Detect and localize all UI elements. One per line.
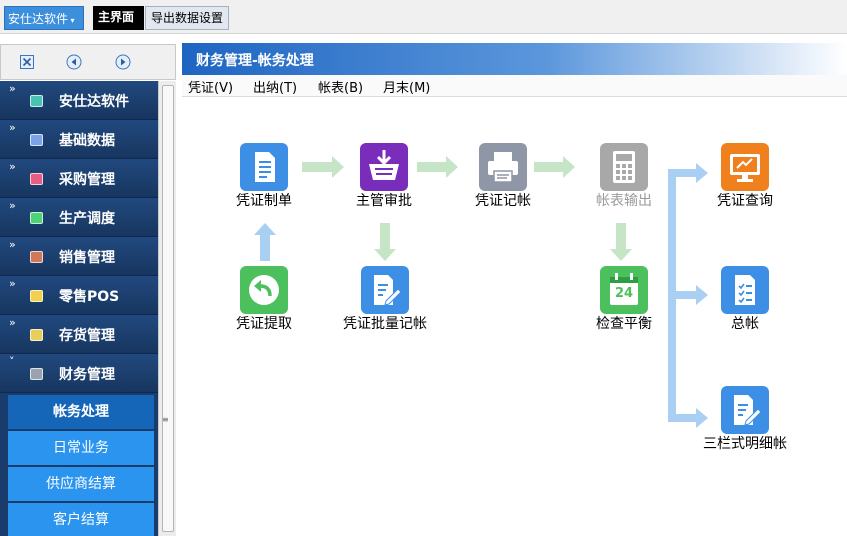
menu-voucher[interactable]: 凭证(V) xyxy=(188,77,233,96)
node-label: 主管审批 xyxy=(356,193,412,209)
calendar-icon: 24 xyxy=(600,266,648,314)
next-icon[interactable] xyxy=(115,54,131,70)
base-data-icon xyxy=(30,134,43,146)
menu-reports[interactable]: 帐表(B) xyxy=(318,77,363,96)
basket-icon xyxy=(360,143,408,191)
expand-chevron-icon: » xyxy=(9,82,16,95)
sidebar-item-label: 采购管理 xyxy=(59,172,115,188)
node-label: 帐表输出 xyxy=(596,193,652,209)
sidebar-item-label: 销售管理 xyxy=(59,250,115,266)
node-batch-post[interactable]: 凭证批量记帐 xyxy=(339,266,431,332)
app-icon xyxy=(30,95,43,107)
flow-workspace: 凭证制单 主管审批 凭证记帐 帐表输出 凭证查询 凭证提取 凭证批量记帐 24 … xyxy=(182,97,847,536)
purchase-icon xyxy=(30,173,43,185)
node-three-column-ledger[interactable]: 三栏式明细帐 xyxy=(699,386,791,452)
dropdown-arrow-icon: ▾ xyxy=(68,16,75,25)
undo-icon xyxy=(240,266,288,314)
menu-month-end[interactable]: 月末(M) xyxy=(383,77,430,96)
sales-icon xyxy=(30,251,43,263)
node-label: 三栏式明细帐 xyxy=(703,436,787,452)
monitor-icon xyxy=(721,143,769,191)
sidebar-item-base-data[interactable]: » 基础数据 xyxy=(0,120,158,159)
sidebar-item-label: 零售POS xyxy=(59,289,120,305)
sidebar-item-production[interactable]: » 生产调度 xyxy=(0,198,158,237)
sidebar-item-purchase[interactable]: » 采购管理 xyxy=(0,159,158,198)
sidebar-subitem-supplier-settlement[interactable]: 供应商结算 xyxy=(8,467,154,501)
printer-icon xyxy=(479,143,527,191)
menu-cashier[interactable]: 出纳(T) xyxy=(253,77,297,96)
top-bar: 安仕达软件 ▾ 主界面 导出数据设置 xyxy=(0,0,847,34)
pos-icon xyxy=(30,290,43,302)
tab-export-settings[interactable]: 导出数据设置 xyxy=(145,6,229,30)
collapse-chevron-icon: ˅ xyxy=(9,355,15,368)
sidebar-item-label: 生产调度 xyxy=(59,211,115,227)
sidebar-item-pos[interactable]: » 零售POS xyxy=(0,276,158,315)
node-voucher-query[interactable]: 凭证查询 xyxy=(699,143,791,209)
node-label: 总帐 xyxy=(731,316,759,332)
production-icon xyxy=(30,212,43,224)
node-general-ledger[interactable]: 总帐 xyxy=(699,266,791,332)
panel-title: 财务管理-帐务处理 xyxy=(196,53,314,69)
app-menu-label: 安仕达软件 xyxy=(8,12,69,26)
node-balance-check[interactable]: 24 检查平衡 xyxy=(578,266,670,332)
expand-chevron-icon: » xyxy=(9,277,16,290)
node-label: 凭证批量记帐 xyxy=(343,316,427,332)
sidebar-item-label: 存货管理 xyxy=(59,328,115,344)
expand-chevron-icon: » xyxy=(9,238,16,251)
node-label: 凭证制单 xyxy=(236,193,292,209)
node-supervisor-approve[interactable]: 主管审批 xyxy=(338,143,430,209)
sidebar: » 安仕达软件 » 基础数据 » 采购管理 » 生产调度 » 销售管理 » 零售… xyxy=(0,81,158,536)
sidebar-item-anshida[interactable]: » 安仕达软件 xyxy=(0,81,158,120)
close-icon[interactable] xyxy=(19,54,35,70)
sidebar-subitem-daily-business[interactable]: 日常业务 xyxy=(8,431,154,465)
scrollbar-thumb[interactable] xyxy=(162,85,174,532)
document-icon xyxy=(240,143,288,191)
expand-chevron-icon: » xyxy=(9,316,16,329)
sidebar-subitem-customer-settlement[interactable]: 客户结算 xyxy=(8,503,154,536)
finance-icon xyxy=(30,368,43,380)
node-label: 凭证提取 xyxy=(236,316,292,332)
sidebar-item-label: 基础数据 xyxy=(59,133,115,149)
app-menu-button[interactable]: 安仕达软件 ▾ xyxy=(4,6,84,30)
node-report-output[interactable]: 帐表输出 xyxy=(578,143,670,209)
sidebar-item-inventory[interactable]: » 存货管理 xyxy=(0,315,158,354)
edit-document-icon xyxy=(361,266,409,314)
sidebar-toolbar xyxy=(0,44,176,80)
calculator-icon xyxy=(600,143,648,191)
menu-bar: 凭证(V) 出纳(T) 帐表(B) 月末(M) xyxy=(182,75,847,97)
expand-chevron-icon: » xyxy=(9,121,16,134)
expand-chevron-icon: » xyxy=(9,160,16,173)
panel-header: 财务管理-帐务处理 xyxy=(182,43,847,75)
calendar-day: 24 xyxy=(614,286,634,301)
node-voucher-post[interactable]: 凭证记帐 xyxy=(457,143,549,209)
node-label: 检查平衡 xyxy=(596,316,652,332)
node-voucher-create[interactable]: 凭证制单 xyxy=(218,143,310,209)
grip-icon: ≡ xyxy=(162,415,169,424)
expand-chevron-icon: » xyxy=(9,199,16,212)
node-voucher-fetch[interactable]: 凭证提取 xyxy=(218,266,310,332)
sidebar-item-label: 安仕达软件 xyxy=(59,94,129,110)
sidebar-item-finance[interactable]: ˅ 财务管理 xyxy=(0,354,158,393)
sidebar-subitem-accounting[interactable]: 帐务处理 xyxy=(8,395,154,429)
sidebar-item-label: 财务管理 xyxy=(59,367,115,383)
node-label: 凭证记帐 xyxy=(475,193,531,209)
inventory-icon xyxy=(30,329,43,341)
edit-document-icon xyxy=(721,386,769,434)
node-label: 凭证查询 xyxy=(717,193,773,209)
checklist-icon xyxy=(721,266,769,314)
tab-main[interactable]: 主界面 xyxy=(93,6,144,30)
sidebar-item-sales[interactable]: » 销售管理 xyxy=(0,237,158,276)
sidebar-scrollbar[interactable]: ≡ xyxy=(158,81,176,536)
previous-icon[interactable] xyxy=(66,54,82,70)
